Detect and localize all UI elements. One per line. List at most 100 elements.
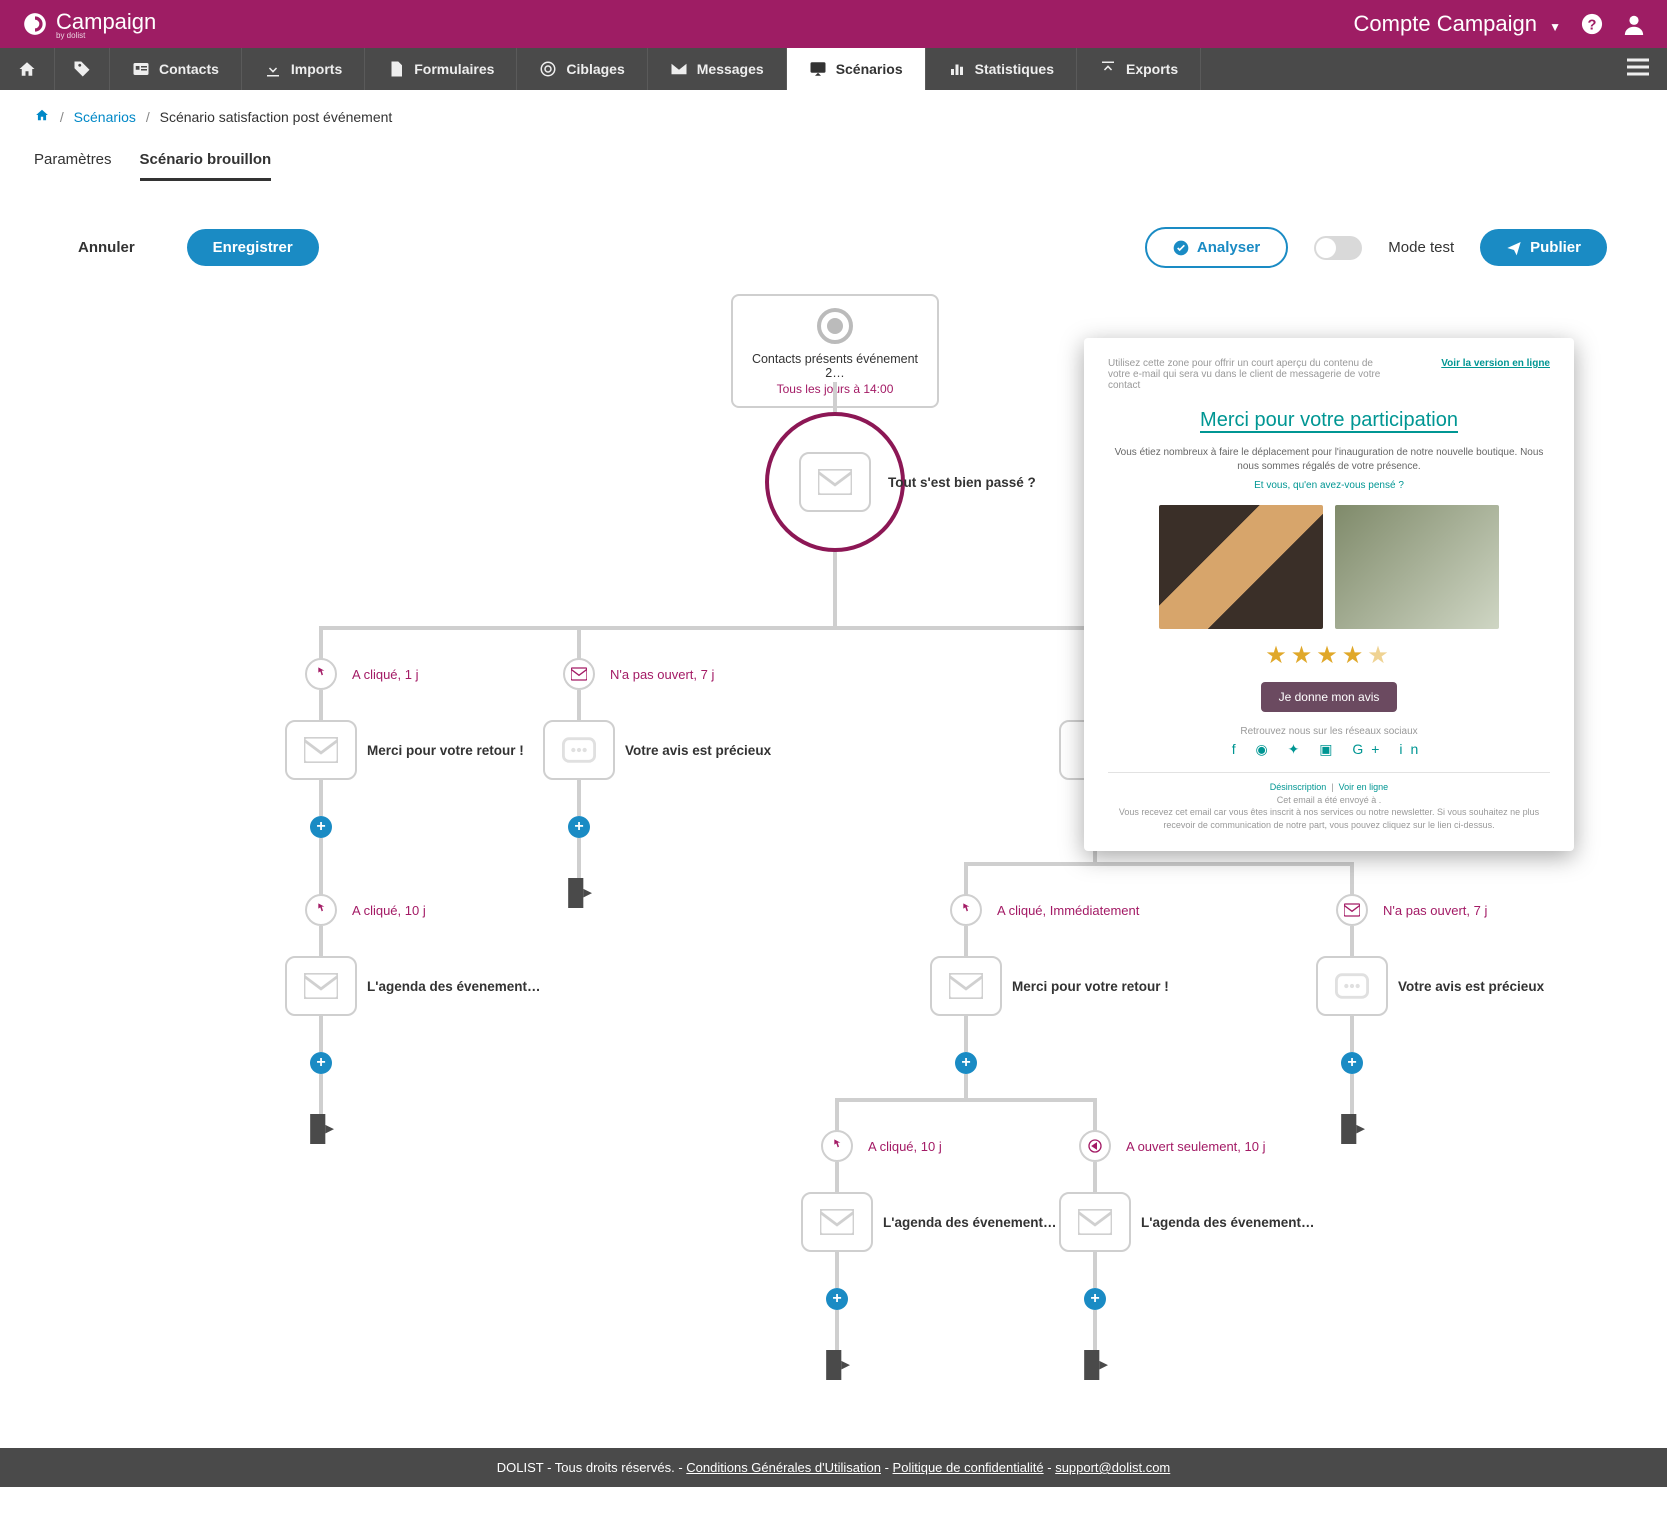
preview-soc-label: Retrouvez nous sur les réseaux sociaux	[1108, 726, 1550, 737]
cond-label: A cliqué, 1 j	[352, 667, 419, 682]
preview-cta-button[interactable]: Je donne mon avis	[1261, 682, 1398, 712]
preview-sent: Cet email a été envoyé à .	[1277, 795, 1382, 805]
cond-label: A cliqué, 10 j	[868, 1139, 942, 1154]
connector	[833, 382, 837, 412]
send-icon	[1506, 240, 1522, 256]
svg-text:?: ?	[1588, 18, 1597, 34]
logo-sub: by dolist	[56, 31, 156, 40]
flow-canvas[interactable]: Contacts présents événement 2… Tous les …	[34, 288, 1633, 1448]
cond-icon[interactable]	[305, 894, 337, 926]
target-icon	[539, 60, 557, 78]
nav-scenarios[interactable]: Scénarios	[787, 48, 926, 90]
nav-exports[interactable]: Exports	[1077, 48, 1201, 90]
cond-icon[interactable]	[1336, 894, 1368, 926]
tab-params[interactable]: Paramètres	[34, 151, 112, 181]
connector	[319, 690, 323, 720]
msg-node[interactable]	[1059, 1192, 1131, 1252]
connector	[319, 1016, 323, 1052]
root-message-node[interactable]	[765, 412, 905, 552]
unsub-link[interactable]: Désinscription	[1270, 782, 1327, 792]
nav-imports[interactable]: Imports	[242, 48, 365, 90]
view-online-link[interactable]: Voir en ligne	[1339, 782, 1389, 792]
add-step-button[interactable]: +	[1084, 1288, 1106, 1310]
footer-cgu-link[interactable]: Conditions Générales d'Utilisation	[686, 1460, 881, 1475]
nav-forms[interactable]: Formulaires	[365, 48, 517, 90]
connector	[319, 1074, 323, 1114]
breadcrumb-home-icon[interactable]	[34, 109, 50, 125]
test-mode-toggle[interactable]	[1314, 236, 1362, 260]
footer-mail-link[interactable]: support@dolist.com	[1055, 1460, 1170, 1475]
connector	[835, 1098, 839, 1132]
msg-label: Merci pour votre retour !	[1012, 979, 1169, 994]
msg-node[interactable]	[285, 720, 357, 780]
preview-p2: Et vous, qu'en avez-vous pensé ?	[1108, 480, 1550, 491]
cancel-button[interactable]: Annuler	[52, 229, 161, 266]
connector	[1350, 1016, 1354, 1052]
connector	[1093, 1310, 1097, 1350]
footer-privacy-link[interactable]: Politique de confidentialité	[893, 1460, 1044, 1475]
connector	[1350, 862, 1354, 896]
add-step-button[interactable]: +	[310, 816, 332, 838]
connector	[577, 690, 581, 720]
msg-node[interactable]	[1316, 956, 1388, 1016]
root-msg-label: Tout s'est bien passé ?	[888, 475, 1036, 490]
brand-bar: Campaign by dolist Compte Campaign ▼ ?	[0, 0, 1667, 48]
click-icon	[313, 902, 329, 918]
account-menu[interactable]: Compte Campaign ▼	[1354, 11, 1561, 37]
preview-online-link[interactable]: Voir la version en ligne	[1441, 358, 1550, 391]
bars-icon	[948, 60, 966, 78]
email-preview-popup: Utilisez cette zone pour offrir un court…	[1084, 338, 1574, 851]
cond-icon[interactable]	[821, 1130, 853, 1162]
msg-label: Votre avis est précieux	[1398, 979, 1544, 994]
msg-label: Votre avis est précieux	[625, 743, 771, 758]
msg-node[interactable]	[801, 1192, 873, 1252]
cond-icon[interactable]	[563, 658, 595, 690]
add-step-button[interactable]: +	[826, 1288, 848, 1310]
publish-label: Publier	[1530, 239, 1581, 256]
msg-label: Merci pour votre retour !	[367, 743, 524, 758]
nav-label: Ciblages	[566, 61, 624, 77]
nav-messages[interactable]: Messages	[648, 48, 787, 90]
analyze-button[interactable]: Analyser	[1145, 227, 1288, 268]
connector	[319, 838, 323, 896]
msg-node[interactable]	[543, 720, 615, 780]
msg-node[interactable]	[285, 956, 357, 1016]
logo-icon	[22, 11, 48, 37]
save-button[interactable]: Enregistrer	[187, 229, 319, 266]
breadcrumb-link[interactable]: Scénarios	[74, 109, 136, 125]
add-step-button[interactable]: +	[310, 1052, 332, 1074]
breadcrumb-current: Scénario satisfaction post événement	[160, 109, 393, 125]
download-icon	[264, 60, 282, 78]
upload-icon	[1099, 60, 1117, 78]
nav-tag[interactable]	[55, 48, 110, 90]
nav-label: Formulaires	[414, 61, 494, 77]
cond-icon[interactable]	[1079, 1130, 1111, 1162]
connector	[964, 862, 968, 896]
cond-icon[interactable]	[950, 894, 982, 926]
nav-label: Exports	[1126, 61, 1178, 77]
logo[interactable]: Campaign by dolist	[22, 9, 156, 40]
envelope-icon	[670, 60, 688, 78]
footer: DOLIST - Tous droits réservés. - Conditi…	[0, 1448, 1667, 1487]
cond-icon[interactable]	[305, 658, 337, 690]
nav-stats[interactable]: Statistiques	[926, 48, 1077, 90]
preview-image	[1335, 505, 1499, 629]
nav-contacts[interactable]: Contacts	[110, 48, 242, 90]
connector	[1093, 1098, 1097, 1132]
connector	[964, 926, 968, 956]
menu-icon[interactable]	[1627, 59, 1649, 80]
tab-draft[interactable]: Scénario brouillon	[140, 151, 272, 181]
help-icon[interactable]: ?	[1581, 13, 1603, 35]
nav-home[interactable]	[0, 48, 55, 90]
nav-targets[interactable]: Ciblages	[517, 48, 647, 90]
add-step-button[interactable]: +	[568, 816, 590, 838]
msg-node[interactable]	[930, 956, 1002, 1016]
publish-button[interactable]: Publier	[1480, 229, 1607, 266]
connector	[319, 926, 323, 956]
nav-label: Statistiques	[975, 61, 1054, 77]
add-step-button[interactable]: +	[955, 1052, 977, 1074]
chat-icon	[809, 60, 827, 78]
user-icon[interactable]	[1623, 13, 1645, 35]
add-step-button[interactable]: +	[1341, 1052, 1363, 1074]
connector	[1093, 1162, 1097, 1192]
